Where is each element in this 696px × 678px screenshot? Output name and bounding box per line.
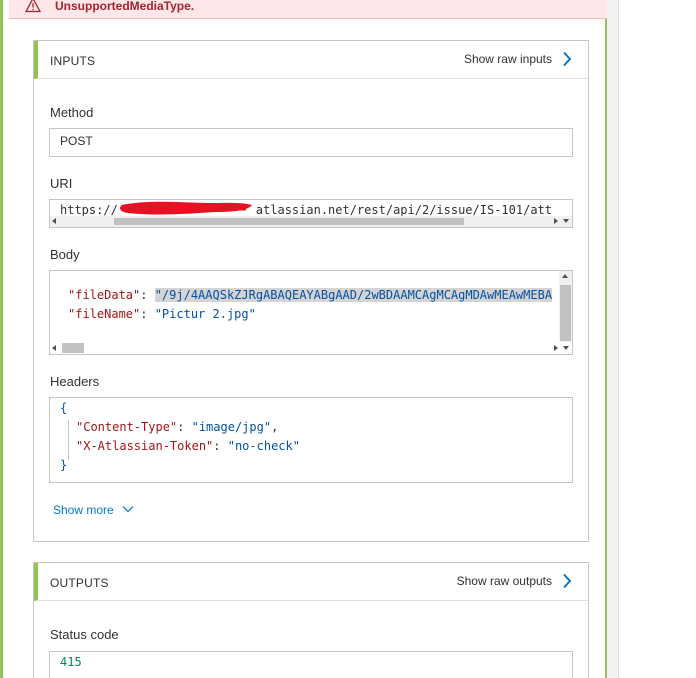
chevron-right-icon[interactable] xyxy=(562,51,572,67)
body-label: Body xyxy=(50,247,80,262)
body-line-filedata: "fileData": "/9j/4AAQSkZJRgABAQEAYABgAAD… xyxy=(68,288,553,302)
uri-prefix: https:// xyxy=(60,203,118,217)
chevron-right-icon[interactable] xyxy=(562,573,572,589)
scroll-up-icon[interactable] xyxy=(562,274,568,278)
header-value-atlassian-token: "no-check" xyxy=(227,439,300,453)
outputs-header: OUTPUTS Show raw outputs xyxy=(34,563,588,601)
outputs-section: OUTPUTS Show raw outputs Status code 415 xyxy=(33,562,589,678)
status-code-field[interactable]: 415 xyxy=(49,651,573,678)
show-raw-outputs-link[interactable]: Show raw outputs xyxy=(457,574,552,588)
headers-close-brace: } xyxy=(60,458,68,472)
uri-horizontal-scrollbar[interactable] xyxy=(50,216,572,227)
header-value-content-type: "image/jpg" xyxy=(191,420,272,434)
method-value: POST xyxy=(60,134,93,148)
header-comma: , xyxy=(271,420,279,434)
header-sep: : xyxy=(213,439,228,453)
scroll-thumb[interactable] xyxy=(114,218,464,225)
method-label: Method xyxy=(50,105,94,120)
headers-open-brace: { xyxy=(60,401,68,415)
uri-label: URI xyxy=(50,176,73,191)
header-line-content-type: "Content-Type": "image/jpg", xyxy=(76,420,278,434)
show-raw-inputs-link[interactable]: Show raw inputs xyxy=(464,52,552,66)
header-key-content-type: "Content-Type" xyxy=(76,420,178,434)
uri-suffix: atlassian.net/rest/api/2/issue/IS-101/at… xyxy=(255,203,553,217)
header-key-atlassian-token: "X-Atlassian-Token" xyxy=(76,439,214,453)
scroll-thumb[interactable] xyxy=(560,285,571,341)
scroll-down-icon[interactable] xyxy=(563,346,569,350)
header-sep: : xyxy=(177,420,192,434)
error-banner: UnsupportedMediaType. xyxy=(9,0,607,19)
header-line-atlassian-token: "X-Atlassian-Token": "no-check" xyxy=(76,439,300,453)
body-sep: : xyxy=(140,288,155,302)
scroll-left-icon[interactable] xyxy=(52,218,56,224)
inputs-header: INPUTS Show raw inputs xyxy=(34,41,588,79)
inputs-section: INPUTS Show raw inputs Method POST URI h… xyxy=(33,40,589,542)
uri-field[interactable]: https:// atlassian.net/rest/api/2/issue/I… xyxy=(49,199,573,228)
body-horizontal-scrollbar[interactable] xyxy=(50,342,572,354)
body-key-filename: "fileName" xyxy=(68,307,141,321)
body-key-filedata: "fileData" xyxy=(68,288,141,302)
body-sep: : xyxy=(140,307,155,321)
body-field[interactable]: "fileData": "/9j/4AAQSkZJRgABAQEAYABgAAD… xyxy=(49,270,573,355)
body-vertical-scrollbar[interactable] xyxy=(559,271,572,343)
body-line-filename: "fileName": "Pictur 2.jpg" xyxy=(68,307,256,321)
outputs-title: OUTPUTS xyxy=(50,576,109,590)
headers-label: Headers xyxy=(50,374,100,389)
indent-guide xyxy=(68,420,69,460)
scroll-left-icon[interactable] xyxy=(52,345,56,351)
scroll-down-icon[interactable] xyxy=(563,219,569,223)
error-message: UnsupportedMediaType. xyxy=(55,0,195,13)
show-more-link[interactable]: Show more xyxy=(53,503,114,517)
body-value-filename: "Pictur 2.jpg" xyxy=(154,307,256,321)
body-value-filedata: "/9j/4AAQSkZJRgABAQEAYABgAAD/2wBDAAMCAgM… xyxy=(154,288,553,302)
status-code-value: 415 xyxy=(60,655,82,669)
chevron-down-icon[interactable] xyxy=(122,505,134,513)
right-pane xyxy=(618,0,696,678)
warning-icon xyxy=(25,0,41,13)
scroll-thumb[interactable] xyxy=(62,343,84,353)
pane-divider xyxy=(607,0,618,678)
scroll-right-icon[interactable] xyxy=(554,345,558,351)
inputs-title: INPUTS xyxy=(50,54,96,68)
headers-field[interactable]: { "Content-Type": "image/jpg", "X-Atlass… xyxy=(49,397,573,483)
status-code-label: Status code xyxy=(50,627,119,642)
scroll-right-icon[interactable] xyxy=(554,218,558,224)
action-card: UnsupportedMediaType. INPUTS Show raw in… xyxy=(0,0,607,678)
method-field[interactable]: POST xyxy=(49,128,573,157)
